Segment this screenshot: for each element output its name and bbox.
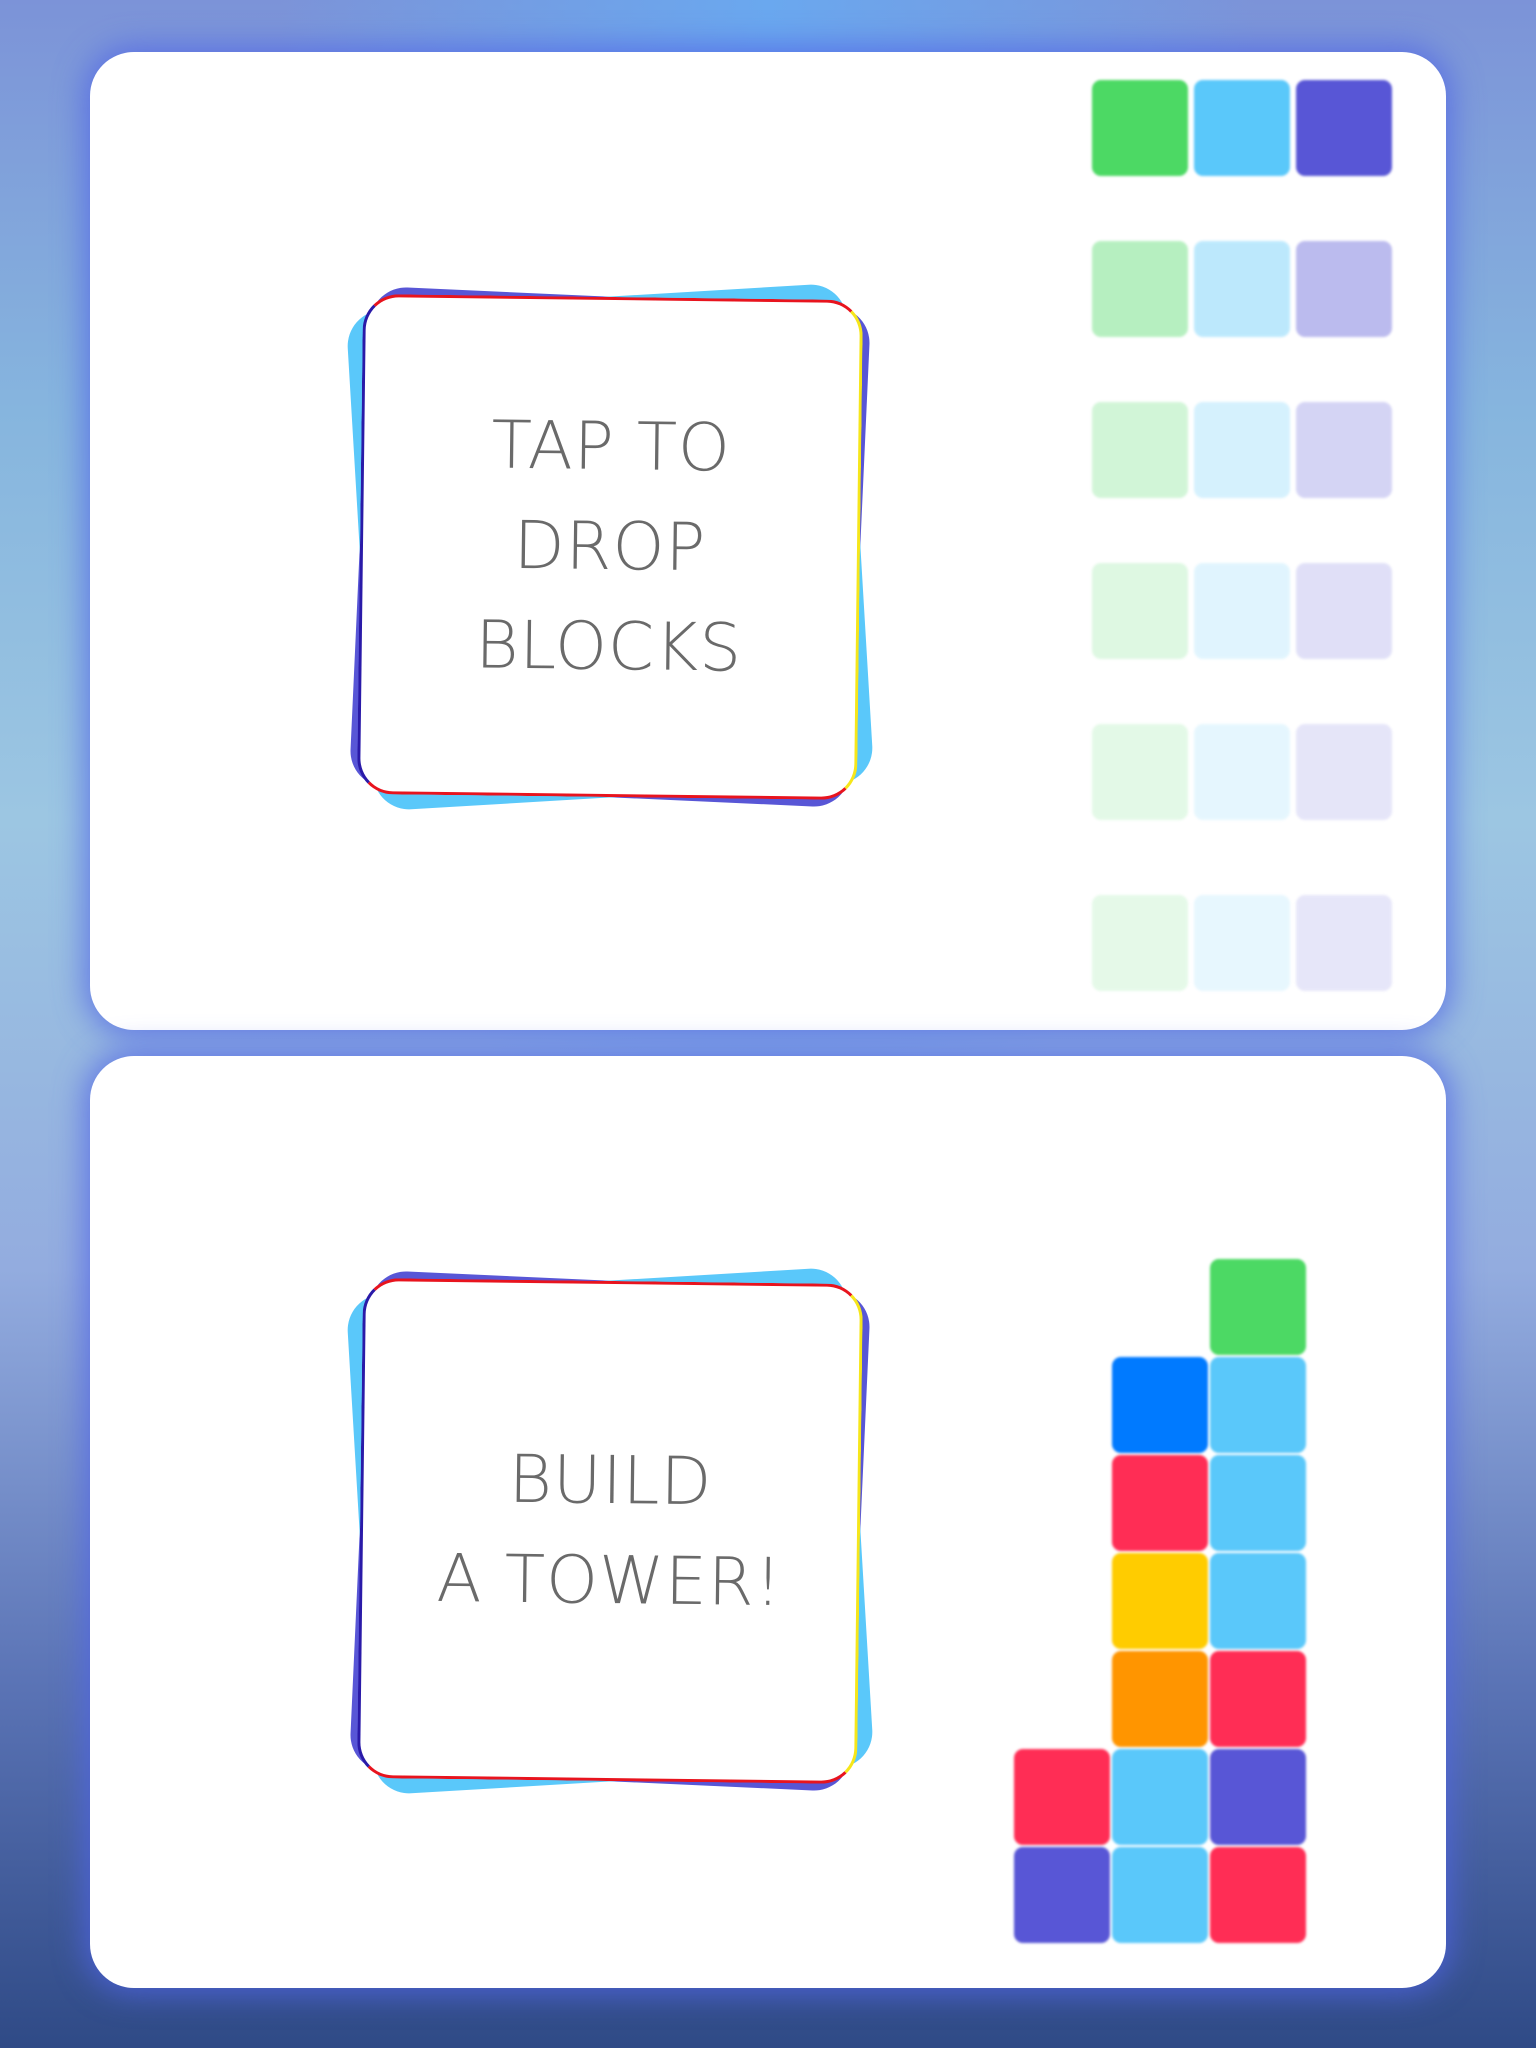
- block-green: [1210, 1259, 1306, 1355]
- block-red: [1112, 1455, 1208, 1551]
- block-green: [1092, 895, 1188, 991]
- block-red: [1210, 1651, 1306, 1747]
- block-sky: [1194, 563, 1290, 659]
- block-blue: [1112, 1357, 1208, 1453]
- block-red: [1210, 1847, 1306, 1943]
- block-sky: [1112, 1749, 1208, 1845]
- block-green: [1092, 80, 1188, 176]
- instruction-line: TAP TO: [491, 406, 732, 487]
- block-sky: [1194, 724, 1290, 820]
- block-sky: [1112, 1847, 1208, 1943]
- block-indigo: [1296, 80, 1392, 176]
- block-sky: [1194, 241, 1290, 337]
- instruction-card[interactable]: TAP TO DROP BLOCKS: [356, 293, 864, 801]
- block-indigo: [1014, 1847, 1110, 1943]
- block-indigo: [1296, 563, 1392, 659]
- tutorial-panel-tap: TAP TO DROP BLOCKS: [90, 52, 1446, 1030]
- instruction-line: BUILD: [508, 1440, 713, 1521]
- instruction-card-stack[interactable]: BUILD A TOWER!: [340, 1261, 880, 1801]
- block-indigo: [1296, 724, 1392, 820]
- block-sky: [1194, 402, 1290, 498]
- instruction-line: BLOCKS: [474, 606, 743, 687]
- block-sky: [1210, 1455, 1306, 1551]
- block-green: [1092, 724, 1188, 820]
- instruction-line: DROP: [513, 506, 707, 587]
- block-sky: [1194, 80, 1290, 176]
- instruction-card[interactable]: BUILD A TOWER!: [356, 1277, 864, 1785]
- instruction-card-stack[interactable]: TAP TO DROP BLOCKS: [340, 277, 880, 817]
- block-red: [1014, 1749, 1110, 1845]
- block-indigo: [1296, 241, 1392, 337]
- tutorial-panel-build: BUILD A TOWER!: [90, 1056, 1446, 1988]
- block-green: [1092, 563, 1188, 659]
- block-sky: [1210, 1553, 1306, 1649]
- block-sky: [1210, 1357, 1306, 1453]
- block-indigo: [1296, 402, 1392, 498]
- block-orange: [1112, 1651, 1208, 1747]
- block-yellow: [1112, 1553, 1208, 1649]
- block-green: [1092, 241, 1188, 337]
- instruction-line: A TOWER!: [436, 1539, 783, 1622]
- block-indigo: [1210, 1749, 1306, 1845]
- block-green: [1092, 402, 1188, 498]
- block-indigo: [1296, 895, 1392, 991]
- block-sky: [1194, 895, 1290, 991]
